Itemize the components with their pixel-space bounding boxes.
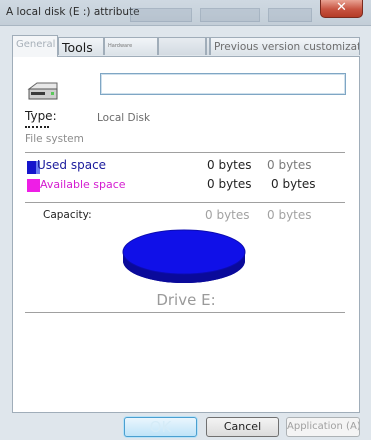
ok-button[interactable]: OK: [124, 417, 197, 437]
general-panel: Type: Local Disk File system Used space …: [12, 56, 360, 413]
tab-label: Previous version customization: [214, 41, 359, 53]
available-space-swatch: [27, 179, 40, 192]
used-space-bytes: 0 bytes: [207, 158, 252, 172]
available-space-bytes: 0 bytes: [207, 177, 252, 191]
used-space-label: Used space: [37, 158, 107, 172]
drive-name-input[interactable]: [100, 73, 346, 95]
close-button[interactable]: ✕: [320, 0, 363, 18]
window-title: A local disk (E :) attribute: [6, 6, 140, 18]
type-label-underline: [25, 126, 49, 128]
drive-label: Drive E:: [156, 291, 216, 309]
type-value: Local Disk: [97, 112, 151, 124]
tab-sharing[interactable]: [158, 37, 206, 55]
tab-label: General: [16, 39, 56, 50]
capacity-label: Capacity:: [43, 209, 92, 221]
tab-label: Tools: [62, 40, 93, 55]
tab-previous-versions[interactable]: Previous version customization: [210, 37, 360, 55]
close-icon: ✕: [336, 0, 347, 15]
file-system-label: File system: [25, 133, 84, 145]
available-space-label: Available space: [40, 178, 126, 191]
tab-hardware[interactable]: Hardware: [104, 37, 158, 55]
hard-drive-icon: [27, 82, 58, 100]
background-window-ghost: [200, 8, 260, 22]
capacity-size: 0 bytes: [267, 208, 312, 222]
tab-tools[interactable]: Tools: [58, 37, 104, 55]
used-space-size: 0 bytes: [267, 158, 312, 172]
capacity-bytes: 0 bytes: [205, 208, 250, 222]
type-label: Type:: [25, 109, 57, 123]
title-bar: A local disk (E :) attribute ✕: [0, 0, 371, 26]
background-window-ghost: [130, 8, 192, 22]
tab-label: [159, 38, 205, 40]
tab-strip: General Tools Hardware Previous version …: [12, 35, 360, 57]
apply-button[interactable]: Application (A): [286, 417, 360, 437]
available-space-size: 0 bytes: [271, 177, 316, 191]
disk-usage-pie: [122, 229, 246, 283]
tab-label: Hardware: [108, 43, 133, 49]
tab-general[interactable]: General: [12, 35, 58, 57]
separator: [25, 202, 345, 203]
separator: [25, 152, 345, 153]
cancel-button[interactable]: Cancel: [206, 417, 279, 437]
background-window-ghost: [268, 8, 312, 22]
separator: [25, 312, 345, 313]
